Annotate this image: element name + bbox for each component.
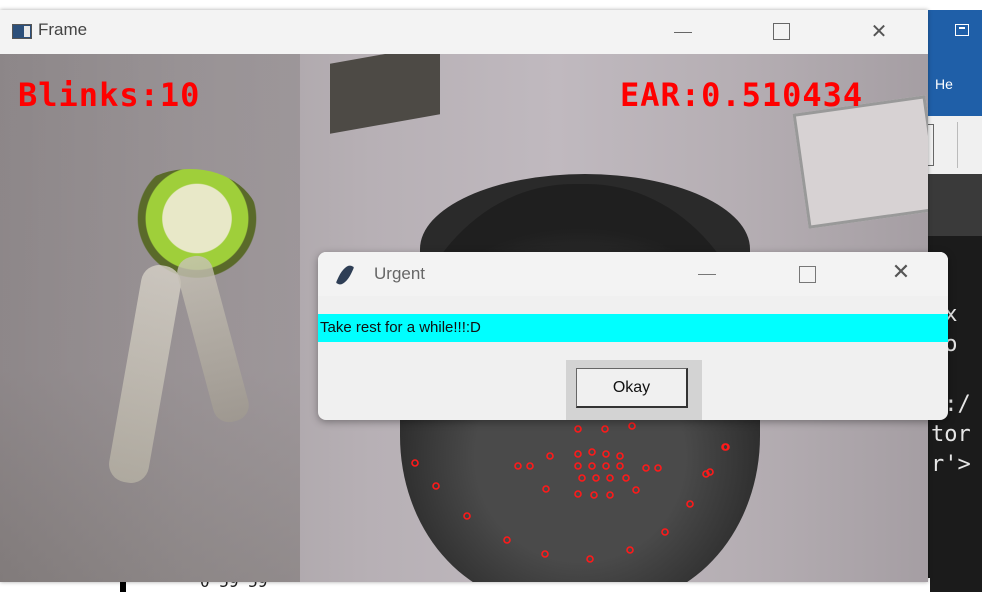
close-icon[interactable]: ✕: [878, 252, 924, 296]
landmark-point: [586, 555, 594, 563]
frame-window-title: Frame: [38, 20, 88, 39]
landmark-point: [686, 500, 694, 508]
background-app-titlebar: [925, 10, 982, 54]
dialog-title: Urgent: [374, 264, 426, 283]
frame-titlebar[interactable]: Frame ✕: [0, 10, 928, 54]
landmark-point: [606, 474, 614, 482]
close-icon[interactable]: ✕: [856, 10, 902, 54]
dialog-message: Take rest for a while!!!:D: [318, 314, 948, 342]
background-app-band: [925, 174, 982, 236]
ear-value: EAR:0.510434: [620, 76, 864, 114]
landmark-point: [622, 474, 630, 482]
landmark-point: [542, 485, 550, 493]
restore-icon[interactable]: [955, 24, 969, 36]
blink-counter: Blinks:10: [18, 76, 201, 114]
opencv-window-icon: [12, 24, 32, 39]
landmark-point: [606, 491, 614, 499]
landmark-point: [632, 486, 640, 494]
landmark-point: [661, 528, 669, 536]
minimize-icon[interactable]: [684, 252, 730, 296]
landmark-point: [432, 482, 440, 490]
tk-feather-icon: [335, 262, 355, 288]
landmark-point: [654, 464, 662, 472]
landmark-point: [642, 464, 650, 472]
okay-button[interactable]: Okay: [576, 368, 688, 408]
landmark-point: [588, 448, 596, 456]
maximize-icon[interactable]: [758, 10, 804, 54]
background-app-ribbon: He: [925, 54, 982, 116]
minimize-icon[interactable]: [660, 10, 706, 54]
maximize-icon[interactable]: [784, 252, 830, 296]
terminal-line: r'>: [931, 452, 971, 477]
ribbon-tab-label[interactable]: He: [935, 76, 953, 92]
landmark-point: [411, 459, 419, 467]
landmark-point: [574, 462, 582, 470]
toolbar-separator: [957, 122, 958, 168]
landmark-point: [514, 462, 522, 470]
landmark-point: [526, 462, 534, 470]
landmark-point: [626, 546, 634, 554]
landmark-point: [578, 474, 586, 482]
landmark-point: [546, 452, 554, 460]
landmark-point: [574, 425, 582, 433]
landmark-point: [592, 474, 600, 482]
landmark-point: [574, 490, 582, 498]
landmark-point: [590, 491, 598, 499]
landmark-point: [463, 512, 471, 520]
terminal-line: tor: [931, 422, 971, 447]
dialog-titlebar[interactable]: Urgent ✕: [318, 252, 948, 296]
landmark-point: [574, 450, 582, 458]
background-app-toolbar: [925, 116, 982, 175]
landmark-point: [602, 462, 610, 470]
landmark-point: [601, 425, 609, 433]
landmark-point: [616, 452, 624, 460]
landmark-point: [616, 462, 624, 470]
landmark-point: [503, 536, 511, 544]
landmark-point: [541, 550, 549, 558]
landmark-point: [588, 462, 596, 470]
urgent-dialog: Urgent ✕ Take rest for a while!!!:D Okay: [318, 252, 948, 420]
landmark-point: [628, 422, 636, 430]
landmark-point: [602, 450, 610, 458]
